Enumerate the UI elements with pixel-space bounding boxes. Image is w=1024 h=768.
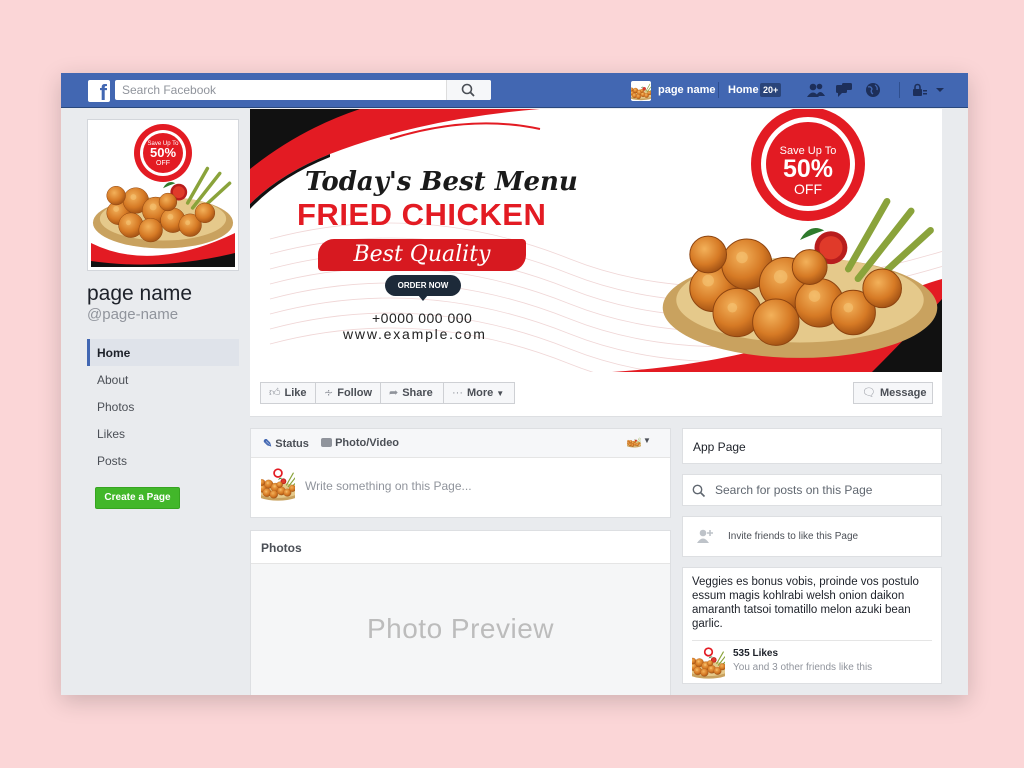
pencil-icon: ✎ — [263, 438, 273, 450]
chicken-avatar-image — [692, 647, 725, 680]
composer-input[interactable]: Write something on this Page... — [305, 479, 472, 493]
top-navigation-bar: f page name Home 20+ — [61, 73, 968, 108]
divider — [692, 640, 932, 641]
tab-photo-video[interactable]: Photo/Video — [321, 437, 399, 449]
chicken-avatar-image — [261, 468, 295, 502]
search-input[interactable] — [115, 80, 452, 100]
promo-percent: 50% — [782, 155, 834, 183]
posting-as-selector[interactable]: ▼ — [627, 435, 653, 451]
likes-avatar — [692, 647, 725, 680]
divider — [718, 82, 719, 98]
profile-picture-image: Save Up To 50% OFF — [91, 123, 235, 267]
sidebar-item-likes[interactable]: Likes — [87, 420, 239, 447]
page-handle: @page-name — [87, 306, 179, 323]
page-post-search — [682, 474, 942, 506]
globe-icon[interactable] — [864, 82, 882, 98]
friends-like-text: You and 3 other friends like this — [733, 662, 873, 673]
divider — [899, 82, 900, 98]
photo-preview-placeholder: Photo Preview — [366, 613, 555, 644]
chicken-avatar-image — [627, 436, 641, 448]
photos-section: Photos Photo Preview — [250, 530, 671, 695]
sidebar-item-about[interactable]: About — [87, 366, 239, 393]
cover-photo[interactable]: Today's Best Menu FRIED CHICKEN Best Qua… — [250, 109, 942, 372]
follow-button[interactable]: ∻ Follow — [315, 382, 381, 404]
message-button[interactable]: 🗨︎ Message — [853, 382, 933, 404]
share-button[interactable]: ➦ Share — [380, 382, 444, 404]
like-button[interactable]: 👍︎ Like — [260, 382, 316, 404]
messages-icon[interactable] — [835, 82, 853, 98]
promo-off: OFF — [794, 181, 822, 197]
topbar-page-name[interactable]: page name — [658, 84, 715, 96]
cover-tagline: Today's Best Menu — [305, 167, 578, 197]
chevron-down-icon: ▼ — [643, 436, 651, 445]
message-bubble-icon: 🗨︎ — [862, 387, 876, 399]
invite-friends-card[interactable]: Invite friends to like this Page — [682, 516, 942, 557]
lock-icon[interactable] — [910, 82, 928, 98]
sidebar-item-photos[interactable]: Photos — [87, 393, 239, 420]
about-description: Veggies es bonus vobis, proinde vos post… — [692, 576, 919, 630]
notification-badge: 20+ — [760, 83, 782, 97]
photos-header: Photos — [251, 531, 670, 564]
create-page-button[interactable]: Create a Page — [95, 487, 180, 509]
profile-avatar[interactable] — [631, 81, 651, 101]
chevron-down-icon[interactable] — [931, 82, 949, 98]
post-composer: ✎ Status Photo/Video ▼ Write something o… — [250, 428, 671, 518]
add-friend-icon — [697, 529, 713, 543]
promo-percent: 50% — [150, 145, 176, 160]
order-now-badge: ORDER NOW — [385, 275, 461, 296]
composer-tabs: ✎ Status Photo/Video ▼ — [251, 429, 670, 458]
tab-status[interactable]: ✎ Status — [263, 437, 309, 450]
cover-promo-badge: Save Up To 50% OFF — [748, 109, 868, 219]
about-card: Veggies es bonus vobis, proinde vos post… — [682, 567, 942, 684]
chicken-avatar-image — [631, 81, 651, 101]
search-button[interactable] — [446, 80, 491, 100]
cover-phone: +0000 000 000 — [372, 310, 473, 326]
composer-avatar — [261, 468, 295, 502]
page-post-search-input[interactable] — [715, 475, 925, 505]
thumbs-up-icon: 👍︎ — [269, 387, 281, 399]
sidebar-item-home[interactable]: Home — [87, 339, 239, 366]
home-link[interactable]: Home — [728, 84, 759, 96]
search-icon — [461, 83, 475, 97]
search-box — [115, 80, 491, 100]
page-title: page name — [87, 282, 193, 305]
friends-icon[interactable] — [807, 82, 825, 98]
rss-icon: ∻ — [324, 387, 334, 399]
app-page-card[interactable]: App Page — [682, 428, 942, 464]
promo-off: OFF — [156, 160, 170, 167]
cover-headline: FRIED CHICKEN — [297, 197, 547, 232]
photos-title[interactable]: Photos — [261, 541, 302, 555]
order-pointer — [418, 295, 428, 301]
camera-icon — [321, 438, 332, 447]
likes-count[interactable]: 535 Likes — [733, 648, 778, 659]
chevron-down-icon: ▼ — [496, 389, 505, 398]
search-icon — [692, 484, 706, 498]
more-button[interactable]: ··· More ▼ — [443, 382, 515, 404]
app-page-label: App Page — [693, 440, 746, 454]
cover-quality-banner: Best Quality — [318, 239, 526, 271]
browser-frame: f page name Home 20+ Save — [61, 73, 968, 695]
ellipsis-icon: ··· — [452, 387, 463, 399]
cover-url: www.example.com — [343, 326, 487, 342]
share-arrow-icon: ➦ — [389, 387, 399, 399]
facebook-logo[interactable]: f — [88, 80, 110, 104]
invite-friends-text: Invite friends to like this Page — [728, 531, 859, 542]
profile-picture[interactable]: Save Up To 50% OFF — [87, 119, 239, 271]
page-action-bar: 👍︎ Like ∻ Follow ➦ Share ··· More ▼ 🗨︎ Message — [250, 372, 942, 417]
sidebar-item-posts[interactable]: Posts — [87, 447, 239, 474]
